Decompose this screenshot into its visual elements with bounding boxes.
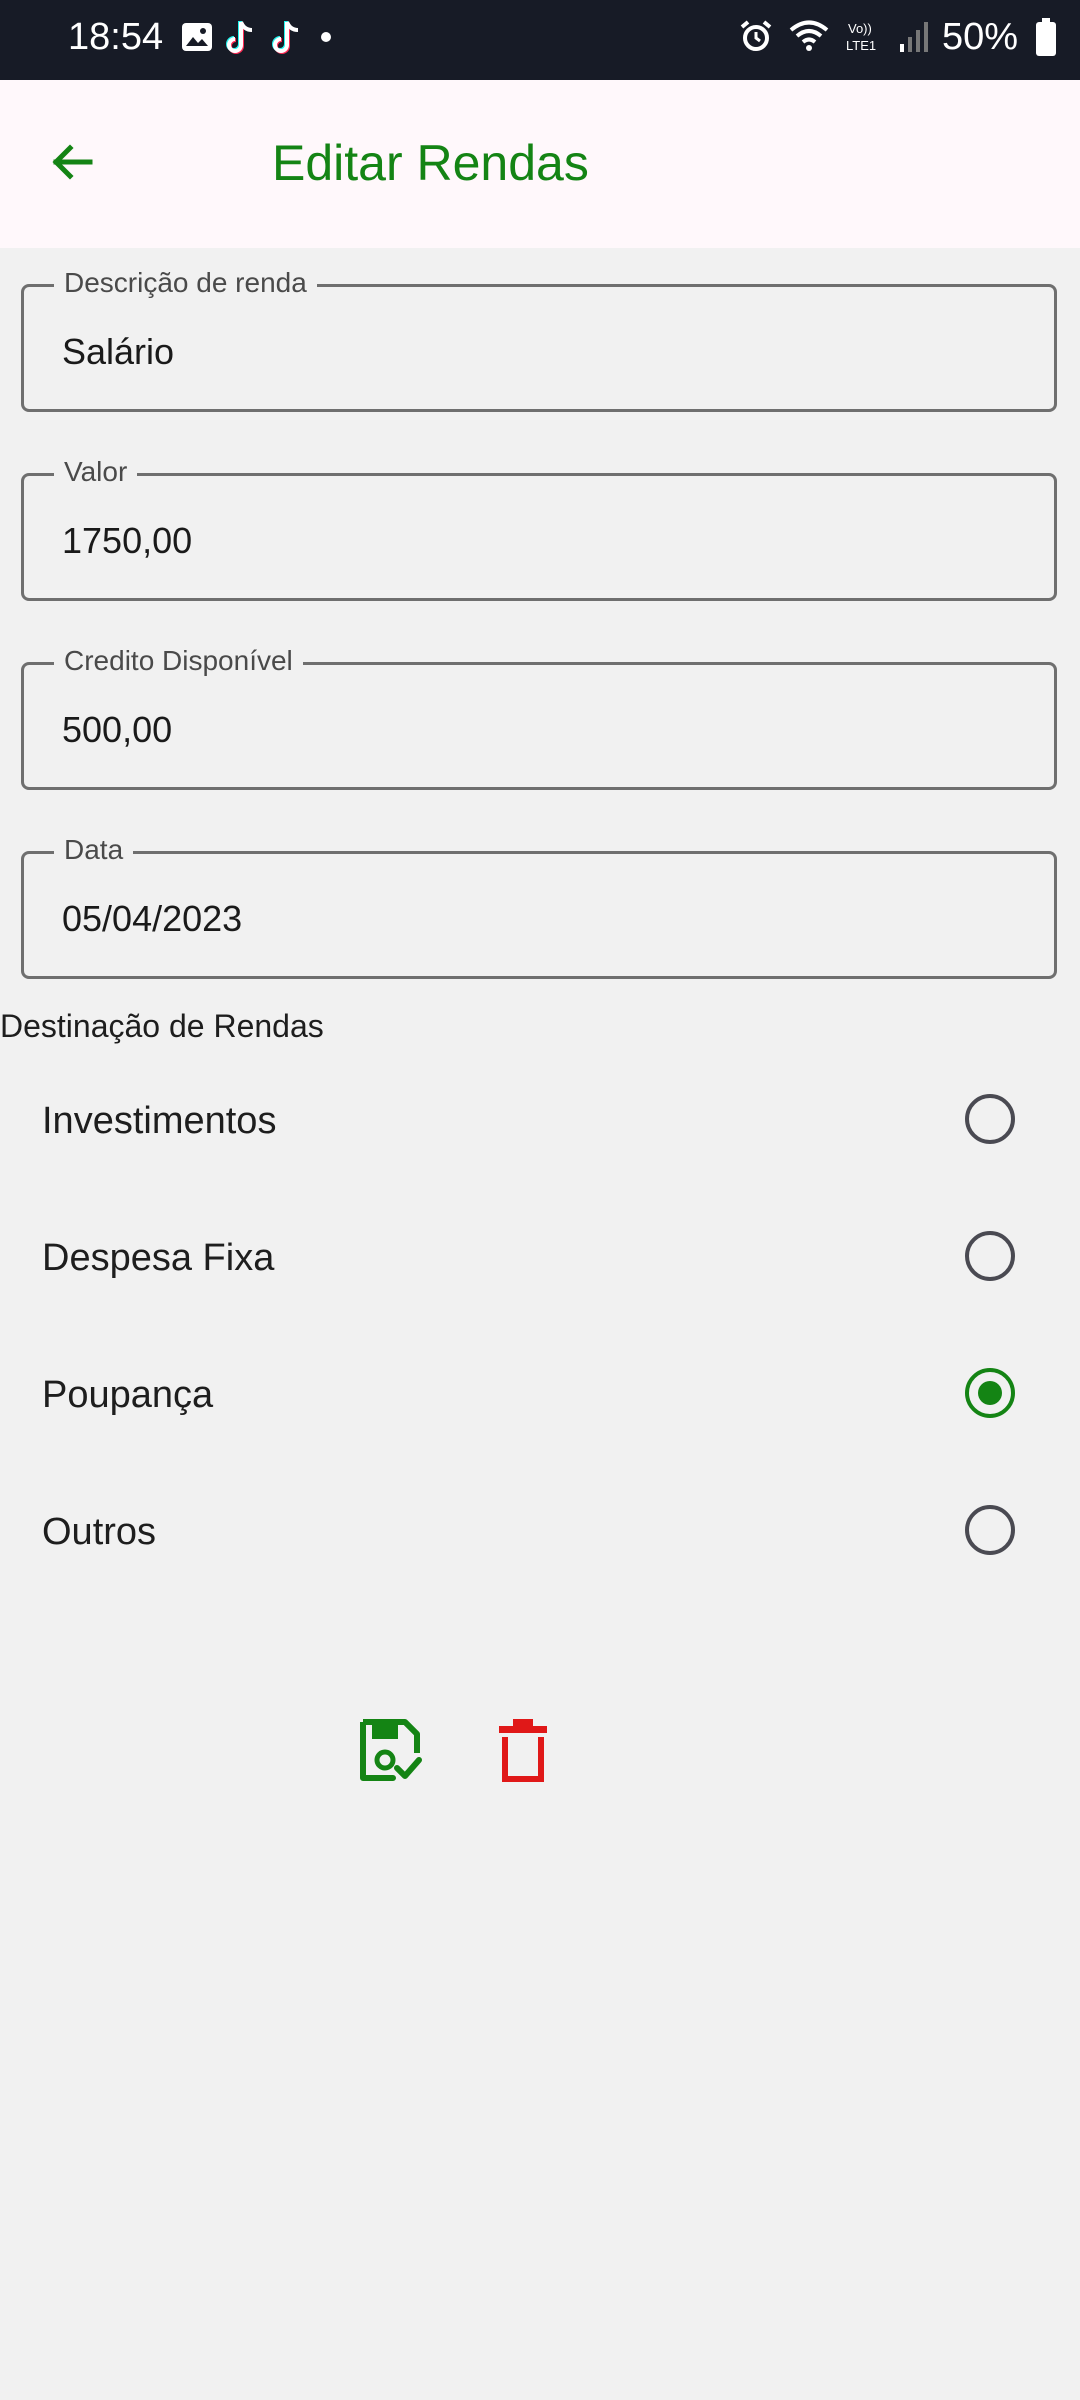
radio-option-label: Investimentos <box>42 1100 277 1142</box>
description-field[interactable]: Descrição de renda <box>21 267 1057 412</box>
credit-field[interactable]: Credito Disponível <box>21 645 1057 790</box>
delete-button[interactable] <box>488 1716 558 1786</box>
radio-option-despesa-fixa[interactable]: Despesa Fixa <box>0 1199 1080 1319</box>
wifi-icon <box>789 20 829 51</box>
destination-section-title: Destinação de Rendas <box>0 1008 324 1044</box>
tiktok-icon <box>272 21 299 54</box>
svg-text:Vo)): Vo)) <box>848 21 872 36</box>
radio-option-investimentos[interactable]: Investimentos <box>0 1062 1080 1182</box>
radio-button[interactable] <box>965 1505 1015 1555</box>
status-notification-icons <box>180 18 336 56</box>
trash-icon <box>499 1719 547 1782</box>
date-label: Data <box>54 834 134 866</box>
back-button[interactable] <box>44 132 104 192</box>
radio-button[interactable] <box>965 1368 1015 1418</box>
battery-icon <box>1036 18 1056 56</box>
value-label: Valor <box>54 456 138 488</box>
credit-label: Credito Disponível <box>54 645 303 677</box>
value-field[interactable]: Valor <box>21 456 1057 601</box>
dot-icon <box>321 32 331 42</box>
radio-option-label: Despesa Fixa <box>42 1237 275 1279</box>
radio-option-outros[interactable]: Outros <box>0 1473 1080 1593</box>
date-input[interactable] <box>62 898 1012 940</box>
status-bar: 18:54 Vo)) LTE1 50% <box>0 0 1080 80</box>
radio-option-label: Outros <box>42 1511 157 1553</box>
alarm-icon <box>740 20 772 51</box>
arrow-left-icon <box>52 144 93 180</box>
save-button[interactable] <box>355 1716 425 1786</box>
gallery-icon <box>182 23 212 51</box>
description-label: Descrição de renda <box>54 267 317 299</box>
status-time: 18:54 <box>68 16 164 58</box>
volte-lte1-icon: Vo)) LTE1 <box>846 21 876 53</box>
signal-icon <box>900 22 928 52</box>
date-field[interactable]: Data <box>21 834 1057 979</box>
status-system-icons: Vo)) LTE1 <box>738 18 930 54</box>
radio-button[interactable] <box>965 1094 1015 1144</box>
tiktok-icon <box>226 21 253 54</box>
page-title: Editar Rendas <box>272 135 589 191</box>
svg-text:LTE1: LTE1 <box>846 38 876 53</box>
radio-option-poupanca[interactable]: Poupança <box>0 1336 1080 1456</box>
radio-option-label: Poupança <box>42 1374 214 1416</box>
save-check-icon <box>360 1719 422 1781</box>
value-input[interactable] <box>62 520 1012 562</box>
radio-button[interactable] <box>965 1231 1015 1281</box>
credit-input[interactable] <box>62 709 1012 751</box>
app-bar: Editar Rendas <box>0 80 1080 248</box>
battery-level: 50% <box>941 16 1018 58</box>
description-input[interactable] <box>62 331 1012 373</box>
